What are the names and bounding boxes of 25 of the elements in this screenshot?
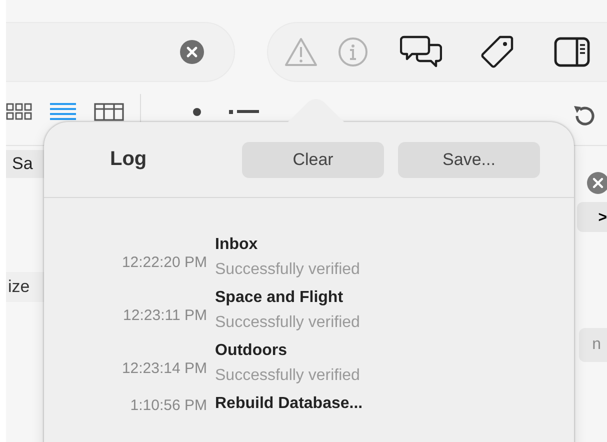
clear-icon[interactable] [587,172,607,194]
log-title: Rebuild Database... [215,395,363,413]
save-button[interactable]: Save... [398,142,540,178]
log-title: Outdoors [215,342,288,360]
columns-icon[interactable] [94,103,124,121]
log-time: 12:22:20 PM [120,253,208,271]
log-detail: Successfully verified [215,261,360,279]
tag-icon[interactable] [480,35,514,69]
sidebar-icon[interactable] [554,37,590,67]
log-title: Space and Flight [215,289,344,307]
search-field[interactable] [6,23,234,81]
next-button[interactable]: > [577,202,607,232]
clear-button[interactable]: Clear [242,142,384,178]
grid-icon[interactable] [6,103,32,121]
log-title: Inbox [215,236,259,254]
log-time: 12:23:11 PM [122,306,208,324]
popover-title: Log [110,148,148,171]
column-label: ize [6,272,46,302]
clear-icon[interactable] [180,40,204,64]
chat-icon[interactable] [400,35,442,69]
column-label: Sa [6,150,46,178]
log-time: 1:10:56 PM [129,396,208,414]
log-time: 12:23:14 PM [120,359,208,377]
log-detail: Successfully verified [215,367,360,385]
log-detail: Successfully verified [215,314,360,332]
